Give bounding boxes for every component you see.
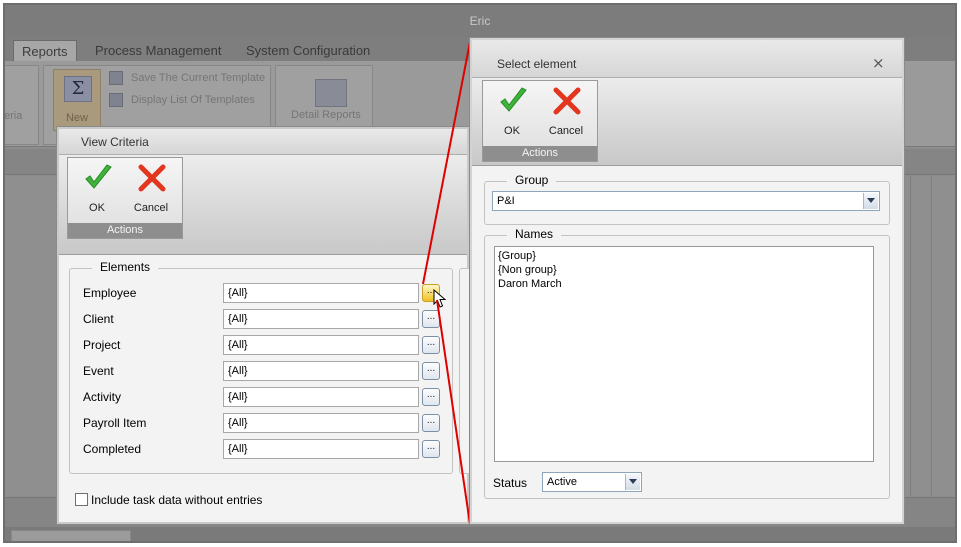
names-list[interactable]: {Group} {Non group} Daron March	[494, 246, 874, 462]
status-select[interactable]: Active	[542, 472, 642, 492]
group-legend: Group	[507, 173, 557, 187]
status-select-value: Active	[547, 476, 577, 488]
select-element-actions-group: OK Cancel Actions	[482, 80, 598, 162]
group-select-value: P&I	[497, 195, 515, 207]
select-element-title: Select element	[497, 57, 577, 71]
checkmark-icon	[500, 87, 527, 112]
names-legend: Names	[507, 227, 562, 241]
ok-label: OK	[504, 125, 520, 137]
close-icon[interactable]: ×	[872, 54, 885, 72]
select-element-dialog: Select element × OK Cancel Actions Group…	[470, 38, 904, 524]
select-element-ok-button[interactable]: OK	[487, 83, 537, 141]
list-item[interactable]: Daron March	[498, 278, 562, 290]
status-label: Status	[493, 476, 528, 490]
cancel-label: Cancel	[548, 125, 584, 137]
actions-group-label: Actions	[483, 146, 597, 161]
group-select[interactable]: P&I	[492, 191, 880, 211]
list-item[interactable]: {Non group}	[498, 264, 557, 276]
cross-icon	[553, 87, 581, 115]
select-element-cancel-button[interactable]: Cancel	[541, 83, 591, 141]
select-element-header: Select element ×	[472, 40, 902, 78]
chevron-down-icon[interactable]	[625, 474, 640, 490]
select-element-toolbar: OK Cancel Actions	[472, 78, 902, 166]
chevron-down-icon[interactable]	[863, 193, 878, 209]
list-item[interactable]: {Group}	[498, 250, 536, 262]
